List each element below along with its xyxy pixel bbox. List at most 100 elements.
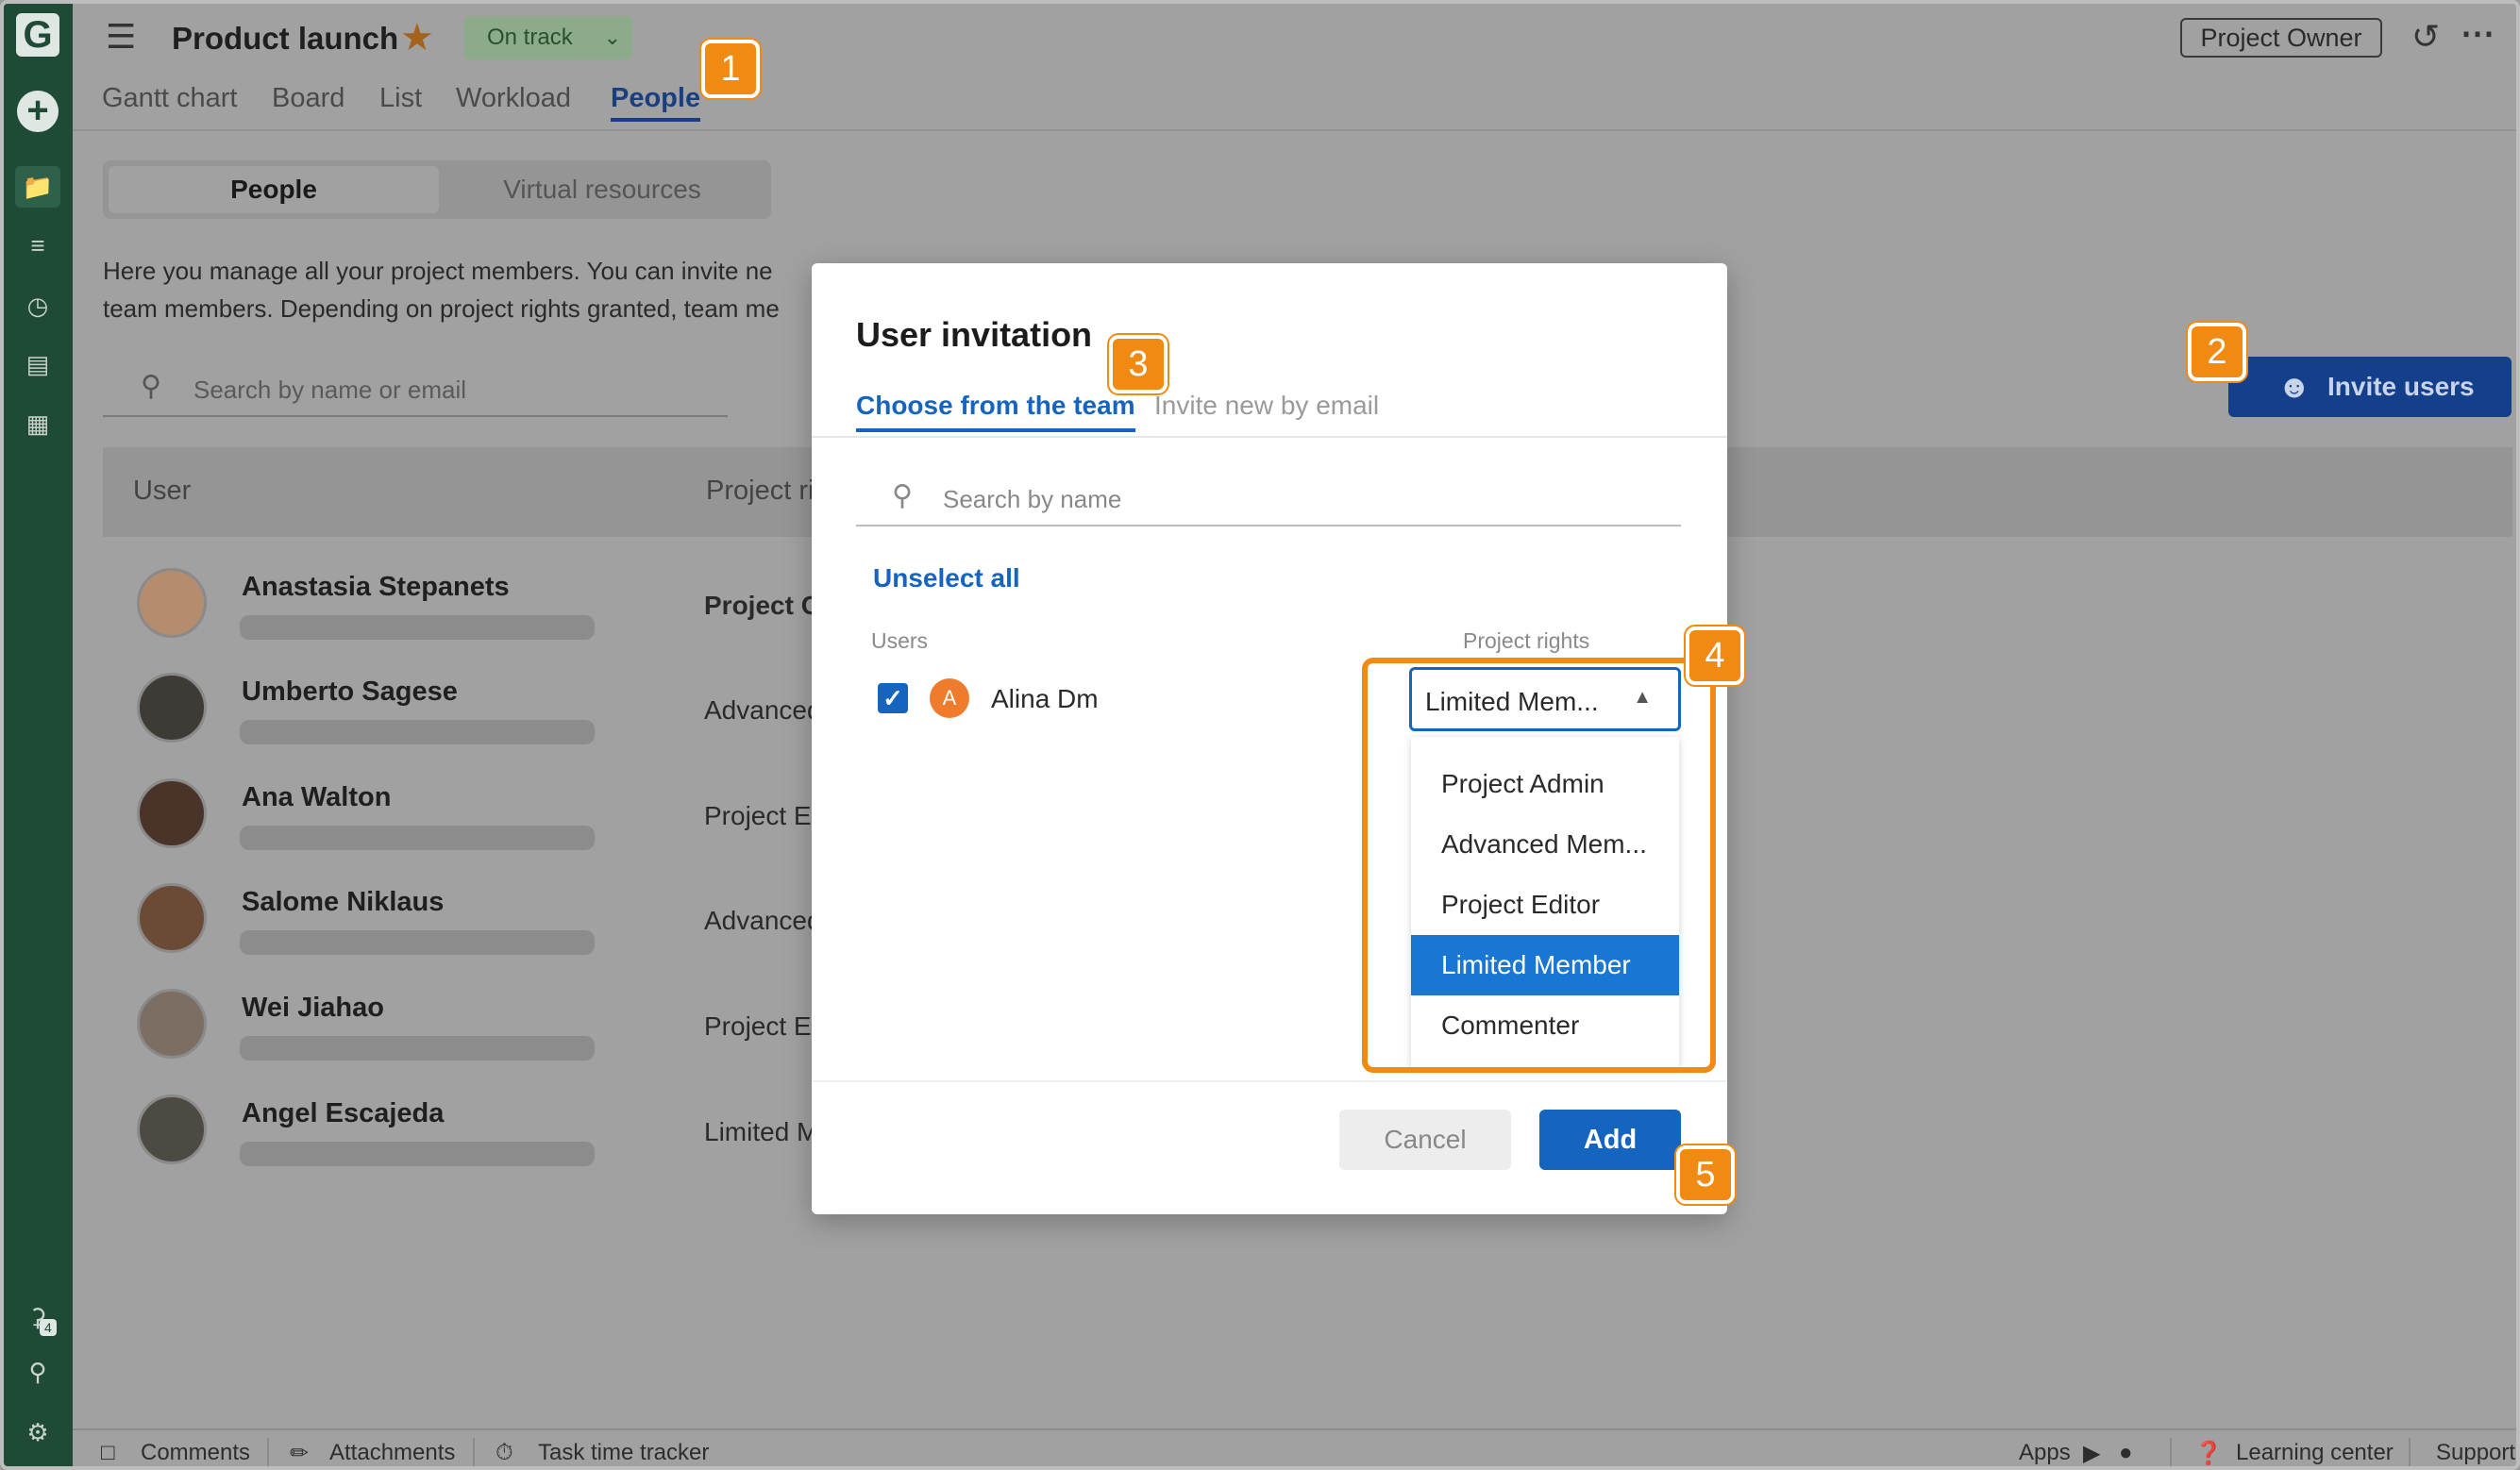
table-row[interactable]: Salome Niklaus Advanced <box>103 883 858 977</box>
divider <box>267 1438 269 1466</box>
search-icon: ⚲ <box>892 480 913 511</box>
avatar <box>137 568 207 638</box>
table-row[interactable]: Angel Escajeda Limited M <box>103 1094 858 1189</box>
attachments-link[interactable]: Attachments <box>329 1440 455 1466</box>
callout-5: 5 <box>1676 1145 1735 1204</box>
callout-2: 2 <box>2188 323 2246 381</box>
more-icon[interactable]: ⋯ <box>2461 13 2495 53</box>
cancel-button[interactable]: Cancel <box>1339 1110 1511 1170</box>
divider <box>2409 1438 2411 1466</box>
avatar <box>137 673 207 743</box>
segment-virtual-resources[interactable]: Virtual resources <box>439 166 765 213</box>
users-column-label: Users <box>871 628 929 653</box>
member-name: Anastasia Stepanets <box>242 572 510 602</box>
segment-people[interactable]: People <box>109 166 439 213</box>
invite-users-label: Invite users <box>2327 372 2475 401</box>
project-title: Product launch <box>172 21 399 56</box>
apple-icon[interactable]: ● <box>2119 1440 2133 1466</box>
unselect-all-link[interactable]: Unselect all <box>873 563 1020 593</box>
member-search-input[interactable]: ⚲ Search by name or email <box>103 360 728 417</box>
rights-highlight-box <box>1362 658 1716 1073</box>
add-icon[interactable]: + <box>17 91 59 132</box>
member-email-blurred <box>240 1142 595 1166</box>
search-placeholder: Search by name <box>943 485 1122 513</box>
timer-icon: ⏱ <box>496 1440 513 1465</box>
task-time-tracker-link[interactable]: Task time tracker <box>538 1440 709 1466</box>
add-button[interactable]: Add <box>1539 1110 1681 1170</box>
divider <box>2170 1438 2172 1466</box>
status-dropdown[interactable]: On track ⌄ <box>464 16 632 59</box>
callout-3: 3 <box>1109 335 1168 393</box>
tab-board[interactable]: Board <box>272 83 344 114</box>
star-icon[interactable]: ★ <box>400 16 434 59</box>
project-owner-button[interactable]: Project Owner <box>2180 18 2382 58</box>
report-icon[interactable]: ▤ <box>15 343 60 385</box>
avatar <box>137 883 207 953</box>
table-row[interactable]: Umberto Sagese Advanced <box>103 673 858 767</box>
member-name: Ana Walton <box>242 782 392 812</box>
table-row[interactable]: Anastasia Stepanets Project C <box>103 568 858 662</box>
support-link[interactable]: Support <box>2436 1440 2515 1466</box>
member-role: Project E <box>704 801 812 830</box>
divider <box>473 1438 475 1466</box>
description-line-2: team members. Depending on project right… <box>103 294 780 323</box>
member-email-blurred <box>240 720 595 744</box>
invite-users-button[interactable]: ☻ Invite users <box>2228 357 2512 417</box>
tab-people[interactable]: People <box>611 83 701 122</box>
search-icon: ⚲ <box>141 371 161 402</box>
avatar: A <box>930 678 969 718</box>
avatar <box>137 778 207 848</box>
member-name: Umberto Sagese <box>242 677 458 707</box>
tab-workload[interactable]: Workload <box>456 83 571 114</box>
member-role: Project E <box>704 1011 812 1041</box>
paperclip-icon: ✏ <box>290 1441 310 1466</box>
comments-icon: □ <box>101 1440 115 1465</box>
member-email-blurred <box>240 615 595 640</box>
help-icon: ❓ <box>2194 1441 2223 1466</box>
tab-invite-by-email[interactable]: Invite new by email <box>1154 391 1379 421</box>
member-name: Angel Escajeda <box>242 1098 445 1128</box>
table-row[interactable]: Wei Jiahao Project E <box>103 989 858 1083</box>
member-role: Project C <box>704 591 820 620</box>
divider <box>812 1080 1727 1082</box>
list-icon[interactable]: ≡ <box>15 225 60 266</box>
search-icon[interactable]: ⚲ <box>15 1351 60 1393</box>
member-email-blurred <box>240 930 595 955</box>
gantt-icon: ☰ <box>106 17 137 56</box>
tab-gantt-chart[interactable]: Gantt chart <box>102 83 237 114</box>
history-icon[interactable]: ↺ <box>2411 17 2440 57</box>
people-description: Here you manage all your project members… <box>103 252 820 327</box>
callout-1: 1 <box>701 40 760 98</box>
avatar <box>137 989 207 1059</box>
play-store-icon[interactable]: ▶ <box>2083 1440 2100 1466</box>
status-label: On track <box>487 25 573 50</box>
gear-icon[interactable]: ⚙ <box>15 1412 60 1453</box>
clock-icon[interactable]: ◷ <box>15 285 60 326</box>
apps-grid-icon[interactable]: ▦ <box>15 403 60 444</box>
app-logo[interactable]: G <box>16 13 59 57</box>
folder-icon[interactable]: 📁 <box>15 166 60 208</box>
member-name: Wei Jiahao <box>242 993 384 1023</box>
add-user-icon: ☻ <box>2277 369 2311 405</box>
table-row[interactable]: Ana Walton Project E <box>103 778 858 873</box>
description-line-1: Here you manage all your project members… <box>103 257 773 285</box>
team-search-input[interactable]: ⚲ Search by name <box>856 464 1681 526</box>
tab-choose-from-team[interactable]: Choose from the team <box>856 391 1135 432</box>
column-project-rights: Project ri <box>706 476 815 506</box>
learning-center-link[interactable]: Learning center <box>2236 1440 2394 1466</box>
apps-link[interactable]: Apps <box>2019 1440 2071 1466</box>
tab-list[interactable]: List <box>379 83 422 114</box>
divider <box>812 436 1727 438</box>
column-user: User <box>133 476 192 506</box>
member-email-blurred <box>240 826 595 850</box>
left-rail: G + 📁 ≡ ◷ ▤ ▦ ⚳ 4 ⚲ ⚙ <box>4 4 73 1466</box>
people-segmented-control: People Virtual resources <box>103 160 771 219</box>
bottom-bar: □ Comments ✏ Attachments ⏱ Task time tra… <box>73 1428 2516 1466</box>
user-checkbox[interactable]: ✓ <box>878 683 908 713</box>
notification-badge: 4 <box>40 1319 57 1336</box>
member-role: Limited M <box>704 1117 819 1146</box>
callout-4: 4 <box>1686 626 1744 685</box>
comments-link[interactable]: Comments <box>141 1440 250 1466</box>
dialog-title: User invitation <box>856 315 1093 354</box>
chevron-down-icon: ⌄ <box>603 25 621 49</box>
